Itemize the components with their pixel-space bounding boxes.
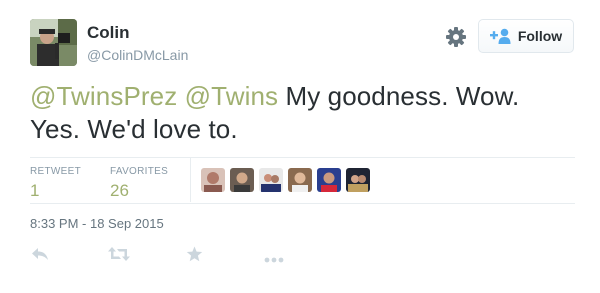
tweet-card: Colin @ColinDMcLain Follow @TwinsPrez @T… [0, 0, 600, 293]
tweet-timestamp[interactable]: 8:33 PM - 18 Sep 2015 [30, 216, 164, 232]
tweet-text-segment: My goodness. Wow. [278, 81, 520, 111]
reply-icon[interactable] [31, 246, 49, 267]
retweets-count: 1 [30, 181, 40, 200]
favorites-count: 26 [110, 181, 129, 200]
favoriter-avatar[interactable] [288, 168, 312, 192]
favoriter-avatar[interactable] [201, 168, 225, 192]
user-display-name[interactable]: Colin [87, 23, 130, 43]
mention-link[interactable]: @Twins [185, 81, 278, 111]
tweet-text-line-1: @TwinsPrez @Twins My goodness. Wow. [30, 80, 575, 113]
star-icon[interactable] [186, 246, 203, 267]
divider [190, 158, 191, 202]
tweet-text: @TwinsPrez @Twins My goodness. Wow. Yes.… [30, 80, 575, 146]
avatar[interactable] [30, 19, 77, 66]
gear-icon[interactable] [445, 26, 467, 48]
favoriter-avatar[interactable] [259, 168, 283, 192]
divider [30, 157, 575, 158]
favorites-stat[interactable]: FAVORITES 26 [110, 166, 168, 202]
favoriter-avatar[interactable] [230, 168, 254, 192]
follow-button[interactable]: Follow [478, 19, 574, 53]
user-handle[interactable]: @ColinDMcLain [87, 46, 188, 64]
divider [30, 203, 575, 204]
tweet-text-line-2: Yes. We'd love to. [30, 114, 238, 144]
favoriter-avatar[interactable] [317, 168, 341, 192]
more-icon[interactable] [264, 250, 284, 268]
retweets-label: RETWEET [30, 166, 81, 177]
favorites-label: FAVORITES [110, 166, 169, 177]
follow-button-label: Follow [517, 28, 563, 44]
avatar-image [30, 19, 77, 66]
retweets-stat[interactable]: RETWEET 1 [30, 166, 81, 202]
add-person-icon [489, 28, 511, 44]
retweet-icon[interactable] [108, 246, 130, 267]
favoriters-list [201, 168, 370, 192]
favoriter-avatar[interactable] [346, 168, 370, 192]
mention-link[interactable]: @TwinsPrez [30, 81, 177, 111]
